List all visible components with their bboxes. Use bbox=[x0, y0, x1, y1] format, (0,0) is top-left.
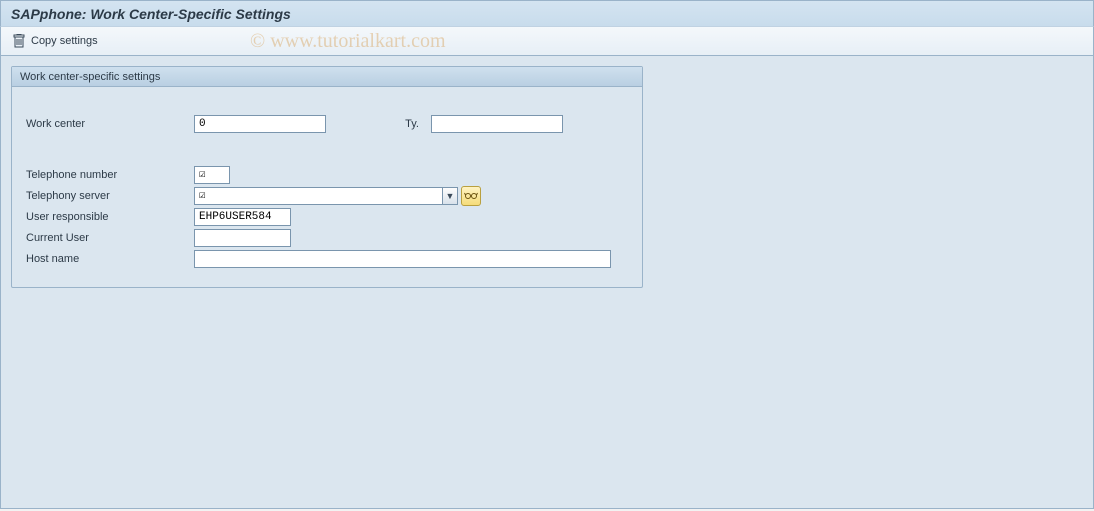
trash-icon bbox=[13, 34, 25, 48]
groupbox-settings: Work center-specific settings Work cente… bbox=[11, 66, 643, 288]
telephony-server-field[interactable]: ☑ bbox=[194, 187, 442, 205]
host-name-field[interactable] bbox=[194, 250, 611, 268]
work-center-field[interactable] bbox=[194, 115, 326, 133]
label-current-user: Current User bbox=[24, 232, 194, 244]
label-ty: Ty. bbox=[326, 118, 431, 130]
ty-field[interactable] bbox=[431, 115, 563, 133]
copy-settings-label: Copy settings bbox=[31, 35, 98, 47]
row-user-responsible: User responsible bbox=[24, 206, 630, 227]
copy-settings-button[interactable]: Copy settings bbox=[9, 32, 102, 50]
telephone-number-field[interactable]: ☑ bbox=[194, 166, 230, 184]
glasses-icon bbox=[464, 191, 478, 201]
label-work-center: Work center bbox=[24, 118, 194, 130]
groupbox-title: Work center-specific settings bbox=[12, 67, 642, 87]
toolbar: Copy settings bbox=[0, 26, 1094, 56]
row-host-name: Host name bbox=[24, 248, 630, 269]
label-telephone-number: Telephone number bbox=[24, 169, 194, 181]
title-bar: SAPphone: Work Center-Specific Settings bbox=[0, 0, 1094, 26]
chevron-down-icon[interactable]: ▼ bbox=[442, 187, 458, 205]
groupbox-body: Work center Ty. Telephone number ☑ Telep… bbox=[12, 87, 642, 287]
row-telephony-server: Telephony server ☑ ▼ bbox=[24, 185, 630, 206]
page-title: SAPphone: Work Center-Specific Settings bbox=[11, 6, 291, 22]
main-area: Work center-specific settings Work cente… bbox=[0, 56, 1094, 509]
row-current-user: Current User bbox=[24, 227, 630, 248]
user-responsible-field[interactable] bbox=[194, 208, 291, 226]
label-user-responsible: User responsible bbox=[24, 211, 194, 223]
row-telephone-number: Telephone number ☑ bbox=[24, 164, 630, 185]
display-button[interactable] bbox=[461, 186, 481, 206]
label-host-name: Host name bbox=[24, 253, 194, 265]
telephony-server-select[interactable]: ☑ ▼ bbox=[194, 187, 458, 205]
label-telephony-server: Telephony server bbox=[24, 190, 194, 202]
current-user-field[interactable] bbox=[194, 229, 291, 247]
row-work-center: Work center Ty. bbox=[24, 113, 630, 134]
